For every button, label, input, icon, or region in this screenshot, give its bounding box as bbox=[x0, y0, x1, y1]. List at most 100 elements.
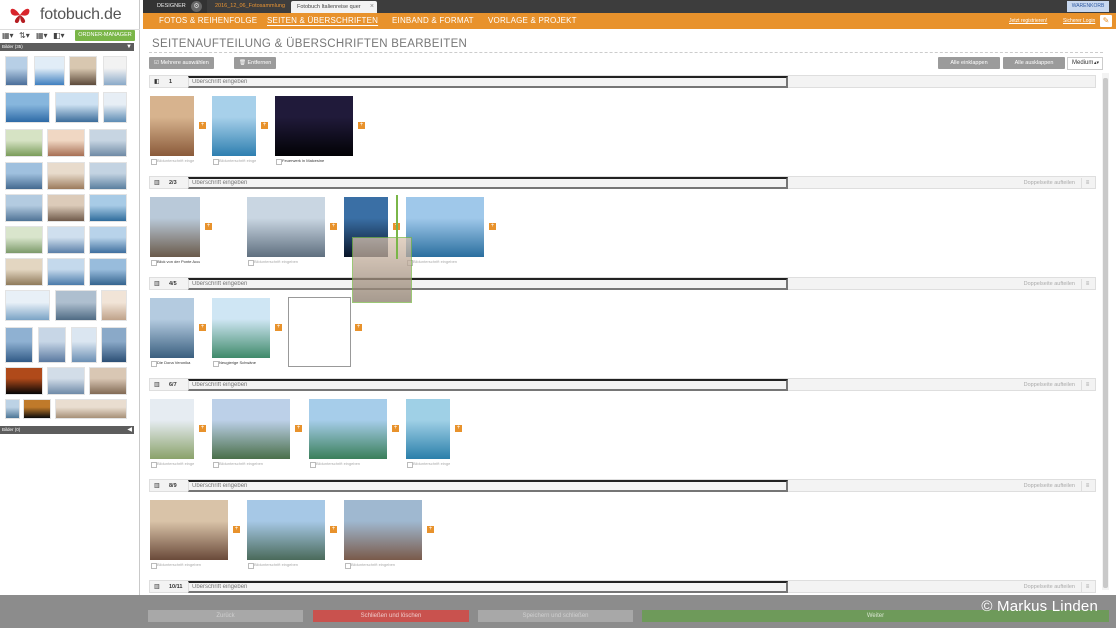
back-button[interactable]: Zurück bbox=[148, 610, 303, 622]
add-page-icon[interactable]: + bbox=[392, 425, 399, 432]
page-image-card[interactable]: Bildunterschrift eingeben bbox=[406, 197, 484, 266]
caption-input[interactable]: Bildunterschrift eingeben bbox=[150, 460, 194, 468]
heading-input[interactable] bbox=[188, 581, 788, 593]
image-thumbnail[interactable] bbox=[5, 258, 43, 286]
page-image-card[interactable]: Die Dona Veronika bbox=[150, 298, 194, 367]
logo[interactable]: fotobuch.de bbox=[0, 0, 140, 30]
image-thumbnail[interactable] bbox=[5, 290, 50, 321]
caption-input[interactable]: Bildunterschrift eingeben bbox=[212, 157, 256, 165]
caption-input[interactable]: Bildunterschrift eingeben bbox=[406, 460, 450, 468]
menu-icon[interactable]: ≡ bbox=[1081, 380, 1093, 390]
menu-icon[interactable]: ≡ bbox=[1081, 481, 1093, 491]
image-thumbnail[interactable] bbox=[89, 367, 127, 395]
add-page-icon[interactable]: + bbox=[205, 223, 212, 230]
login-link[interactable]: Sicherer Login bbox=[1063, 13, 1095, 29]
image-thumbnail[interactable] bbox=[55, 92, 99, 123]
caption-input[interactable]: Blick von der Ponte Accademia bbox=[150, 258, 200, 266]
page-image[interactable] bbox=[309, 399, 387, 459]
collapse-all-button[interactable]: Alle einklappen bbox=[938, 57, 1000, 69]
page-image[interactable] bbox=[150, 500, 228, 560]
add-page-icon[interactable]: + bbox=[455, 425, 462, 432]
nav-vorlage-projekt[interactable]: VORLAGE & PROJEKT bbox=[488, 13, 577, 29]
heading-input[interactable] bbox=[188, 76, 788, 88]
image-thumbnail[interactable] bbox=[5, 226, 43, 254]
image-thumbnail[interactable] bbox=[103, 56, 127, 86]
add-page-icon[interactable]: + bbox=[199, 425, 206, 432]
image-thumbnail[interactable] bbox=[89, 258, 127, 286]
image-thumbnail[interactable] bbox=[5, 92, 50, 123]
tab-photobook[interactable]: Fotobuch Italienreise quer × bbox=[291, 1, 377, 13]
heading-input[interactable] bbox=[188, 480, 788, 492]
page-image[interactable] bbox=[212, 298, 270, 358]
caption-input[interactable]: Bildunterschrift eingeben bbox=[406, 258, 484, 266]
cart-button[interactable]: WARENKORB bbox=[1067, 1, 1109, 12]
add-page-icon[interactable]: + bbox=[358, 122, 365, 129]
image-thumbnail[interactable] bbox=[5, 194, 43, 222]
image-thumbnail[interactable] bbox=[89, 226, 127, 254]
page-image[interactable] bbox=[150, 298, 194, 358]
page-image[interactable] bbox=[150, 399, 194, 459]
caption-input[interactable]: Bildunterschrift eingeben bbox=[344, 561, 422, 569]
page-image[interactable] bbox=[150, 96, 194, 156]
page-image-card[interactable]: Bildunterschrift eingeben bbox=[150, 96, 194, 165]
page-image-card[interactable]: Feuerwerk in Malcesine bbox=[275, 96, 353, 165]
scrollbar-thumb[interactable] bbox=[1103, 78, 1108, 588]
page-image[interactable] bbox=[406, 399, 450, 459]
page-image[interactable] bbox=[212, 96, 256, 156]
split-spread-button[interactable]: Doppelseite aufteilen bbox=[1024, 480, 1075, 492]
split-spread-button[interactable]: Doppelseite aufteilen bbox=[1024, 379, 1075, 391]
sort-icon[interactable]: ⇅▾ bbox=[19, 31, 33, 41]
image-thumbnail[interactable] bbox=[47, 129, 85, 157]
add-page-icon[interactable]: + bbox=[199, 122, 206, 129]
page-image-card[interactable]: Neugierige Schwäne bbox=[212, 298, 270, 367]
caption-input[interactable]: Bildunterschrift eingeben bbox=[150, 561, 228, 569]
image-thumbnail[interactable] bbox=[5, 129, 43, 157]
ordner-manager-button[interactable]: ORDNER-MANAGER bbox=[75, 30, 135, 41]
add-page-icon[interactable]: + bbox=[295, 425, 302, 432]
split-spread-button[interactable]: Doppelseite aufteilen bbox=[1024, 581, 1075, 593]
add-page-icon[interactable]: + bbox=[427, 526, 434, 533]
caption-input[interactable]: Bildunterschrift eingeben bbox=[212, 460, 290, 468]
caption-input[interactable]: Neugierige Schwäne bbox=[212, 359, 270, 367]
register-link[interactable]: Jetzt registrieren! bbox=[1009, 13, 1047, 29]
page-image[interactable] bbox=[247, 197, 325, 257]
page-image-card[interactable]: Bildunterschrift eingeben bbox=[344, 500, 422, 569]
page-image[interactable] bbox=[406, 197, 484, 257]
menu-icon[interactable]: ≡ bbox=[1081, 582, 1093, 592]
page-image-card[interactable]: Bildunterschrift eingeben bbox=[212, 399, 290, 468]
image-thumbnail[interactable] bbox=[103, 92, 127, 123]
page-image-card[interactable]: Bildunterschrift eingeben bbox=[212, 96, 256, 165]
image-thumbnail[interactable] bbox=[89, 194, 127, 222]
image-thumbnail[interactable] bbox=[38, 327, 66, 363]
heading-input[interactable] bbox=[188, 177, 788, 189]
image-thumbnail[interactable] bbox=[47, 194, 85, 222]
image-thumbnail[interactable] bbox=[47, 226, 85, 254]
page-image[interactable] bbox=[150, 197, 200, 257]
save-close-button[interactable]: Speichern und schließen bbox=[478, 610, 633, 622]
add-page-icon[interactable]: + bbox=[275, 324, 282, 331]
pencil-icon[interactable]: ✎ bbox=[1100, 15, 1112, 27]
page-image-card[interactable]: Bildunterschrift eingeben bbox=[247, 197, 325, 266]
split-spread-button[interactable]: Doppelseite aufteilen bbox=[1024, 177, 1075, 189]
remove-button[interactable]: 🗑 Entfernen bbox=[234, 57, 277, 69]
caption-input[interactable]: Die Dona Veronika bbox=[150, 359, 194, 367]
caption-input[interactable]: Feuerwerk in Malcesine bbox=[275, 157, 353, 165]
split-spread-button[interactable]: Doppelseite aufteilen bbox=[1024, 278, 1075, 290]
nav-fotos-reihenfolge[interactable]: FOTOS & REIHENFOLGE bbox=[159, 13, 257, 29]
close-icon[interactable]: × bbox=[370, 1, 374, 13]
page-image[interactable] bbox=[247, 500, 325, 560]
designer-tab[interactable]: DESIGNER ⚙ bbox=[143, 0, 207, 13]
menu-icon[interactable]: ≡ bbox=[1081, 178, 1093, 188]
page-image[interactable] bbox=[344, 500, 422, 560]
caption-input[interactable]: Bildunterschrift eingeben bbox=[309, 460, 387, 468]
image-thumbnail[interactable] bbox=[89, 162, 127, 190]
image-thumbnail[interactable] bbox=[55, 399, 127, 419]
image-thumbnail[interactable] bbox=[5, 399, 20, 419]
add-page-icon[interactable]: + bbox=[261, 122, 268, 129]
nav-einband-format[interactable]: EINBAND & FORMAT bbox=[392, 13, 474, 29]
image-thumbnail[interactable] bbox=[71, 327, 97, 363]
select-multiple-button[interactable]: ☑ Mehrere auswählen bbox=[149, 57, 214, 69]
filter-icon[interactable]: ◧▾ bbox=[53, 31, 67, 41]
menu-icon[interactable]: ≡ bbox=[1081, 279, 1093, 289]
tab-photo-collection[interactable]: 2016_12_06_Fotosammlung bbox=[209, 0, 289, 13]
